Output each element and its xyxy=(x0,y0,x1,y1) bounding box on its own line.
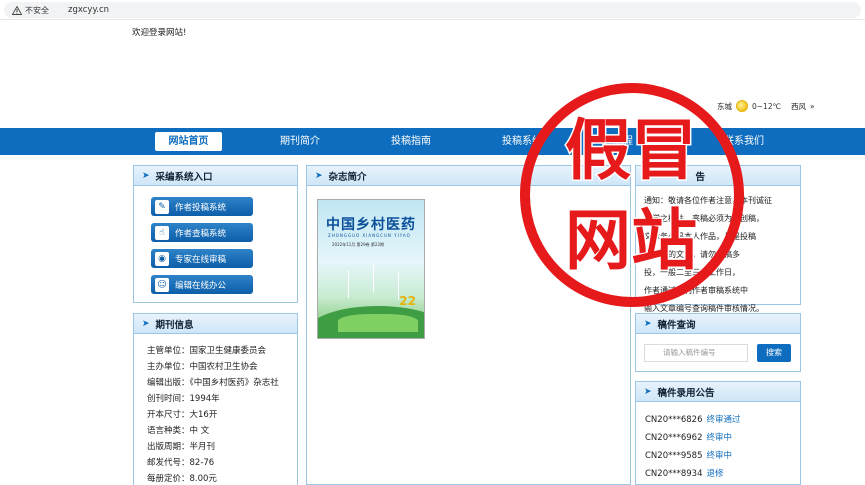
search-button[interactable]: 搜索 xyxy=(757,344,791,362)
manuscript-id: CN20***8934 xyxy=(645,469,703,479)
cover-number: 22 xyxy=(399,294,416,308)
panel-header: ➤ 稿件查询 xyxy=(636,314,800,334)
info-line: 创刊时间：1994年 xyxy=(147,394,220,404)
info-line: 开本尺寸：大16开 xyxy=(147,410,218,420)
manuscript-query-panel: ➤ 稿件查询 请输入稿件编号 搜索 xyxy=(635,313,801,372)
button-label: 专家在线审稿 xyxy=(175,254,227,265)
arrow-icon: ➤ xyxy=(644,318,652,329)
info-line: 每册定价：8.00元 xyxy=(147,474,217,484)
manuscript-id: CN20***6826 xyxy=(645,415,703,425)
security-label: 不安全 xyxy=(25,6,49,15)
address-field[interactable]: 不安全 zgxcyy.cn xyxy=(4,2,861,18)
journal-info-panel: ➤ 期刊信息 主管单位：国家卫生健康委员会 主办单位：中国农村卫生协会 编辑出版：… xyxy=(133,313,298,485)
url-text[interactable]: zgxcyy.cn xyxy=(68,5,109,15)
windmill-shape xyxy=(348,270,349,298)
sun-icon xyxy=(736,100,748,112)
weather-wind: 西风 xyxy=(791,101,807,111)
panel-title: 期刊信息 xyxy=(155,319,194,331)
status-link[interactable]: 退修 xyxy=(707,469,724,479)
info-line: 邮发代号：82-76 xyxy=(147,458,215,468)
announcement-row[interactable]: CN20***6962 终审中 xyxy=(645,431,732,443)
browser-url-bar: 不安全 zgxcyy.cn xyxy=(0,0,865,20)
status-link[interactable]: 终审中 xyxy=(707,451,733,461)
nav-item-intro[interactable]: 期刊简介 xyxy=(265,128,335,155)
welcome-text: 欢迎登录网站! xyxy=(132,28,187,38)
button-label: 作者查稿系统 xyxy=(175,228,227,239)
panel-title: 杂志简介 xyxy=(328,171,367,183)
nav-item-guide[interactable]: 投稿指南 xyxy=(376,128,446,155)
panel-title: 采编系统入口 xyxy=(155,171,213,183)
cover-pinyin: ZHONGGUO XIANGCUN YIYAO xyxy=(328,233,411,238)
editor-office-button[interactable]: ☺ 编辑在线办公 xyxy=(151,275,253,294)
cover-title: 中国乡村医药 xyxy=(326,217,416,233)
warning-icon xyxy=(12,6,22,15)
panel-header: ➤ 稿件录用公告 xyxy=(636,382,800,402)
info-line: 编辑出版：《中国乡村医药》杂志社 xyxy=(147,378,279,388)
status-link[interactable]: 终审通过 xyxy=(707,415,741,425)
manuscript-number-input[interactable]: 请输入稿件编号 xyxy=(644,344,748,362)
info-line: 主管单位：国家卫生健康委员会 xyxy=(147,346,267,356)
manuscript-id: CN20***9585 xyxy=(645,451,703,461)
panel-title: 稿件录用公告 xyxy=(657,387,715,399)
arrow-icon: ➤ xyxy=(315,170,323,181)
cover-field xyxy=(338,314,418,332)
announcement-row[interactable]: CN20***9585 终审中 xyxy=(645,449,732,461)
security-indicator[interactable]: 不安全 xyxy=(12,5,49,16)
info-line: 出版周期：半月刊 xyxy=(147,442,216,452)
author-query-button[interactable]: ☝ 作者查稿系统 xyxy=(151,223,253,242)
manuscript-id: CN20***6962 xyxy=(645,433,703,443)
weather-city: 东城 xyxy=(717,101,732,111)
author-submit-button[interactable]: ✎ 作者投稿系统 xyxy=(151,197,253,216)
arrow-icon: ➤ xyxy=(142,318,150,329)
windmill-shape xyxy=(373,264,374,292)
button-label: 作者投稿系统 xyxy=(175,202,227,213)
pointer-icon: ☝ xyxy=(155,225,169,240)
weather-widget: 东城 0~12℃ 西风 » xyxy=(717,100,815,112)
arrow-icon: ➤ xyxy=(142,170,150,181)
panel-header: ➤ 采编系统入口 xyxy=(134,166,297,186)
review-icon: ◉ xyxy=(155,251,169,266)
stamp-text-line1: 假冒 xyxy=(564,112,699,189)
button-label: 编辑在线办公 xyxy=(175,280,227,291)
system-entry-panel: ➤ 采编系统入口 ✎ 作者投稿系统 ☝ 作者查稿系统 ◉ 专家在线审稿 ☺ 编辑在线办公 xyxy=(133,165,298,303)
status-link[interactable]: 终审中 xyxy=(707,433,733,443)
acceptance-announcement-panel: ➤ 稿件录用公告 CN20***6826 终审通过 CN20***6962 终审中 C… xyxy=(635,381,801,485)
magazine-cover-image[interactable]: 中国乡村医药 ZHONGGUO XIANGCUN YIYAO 2022年11月 … xyxy=(317,199,425,339)
stamp-text-line2: 网站 xyxy=(564,202,699,279)
nav-item-home[interactable]: 网站首页 xyxy=(155,132,222,151)
weather-temp: 0~12℃ xyxy=(752,101,782,111)
info-line: 主办单位：中国农村卫生协会 xyxy=(147,362,258,372)
panel-header: ➤ 期刊信息 xyxy=(134,314,297,334)
users-icon: ☺ xyxy=(155,277,169,292)
announcement-row[interactable]: CN20***8934 退修 xyxy=(645,467,724,479)
pen-icon: ✎ xyxy=(155,199,169,214)
info-line: 语言种类：中 文 xyxy=(147,426,210,436)
cover-issue: 2022年11月 第29卷 第22期 xyxy=(332,242,384,247)
arrow-icon: ➤ xyxy=(644,386,652,397)
weather-more-link[interactable]: » xyxy=(810,102,815,111)
expert-review-button[interactable]: ◉ 专家在线审稿 xyxy=(151,249,253,268)
panel-title: 稿件查询 xyxy=(657,319,696,331)
announcement-row[interactable]: CN20***6826 终审通过 xyxy=(645,413,741,425)
